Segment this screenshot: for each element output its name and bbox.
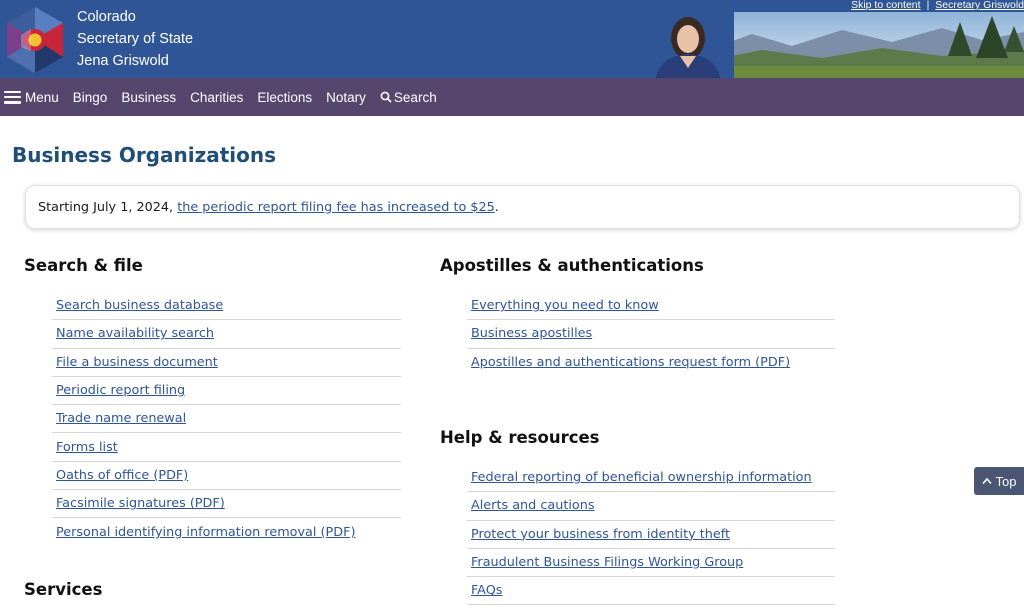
link-search-business-database[interactable]: Search business database: [56, 298, 223, 313]
nav-search[interactable]: Search: [380, 90, 437, 105]
link-beneficial-ownership[interactable]: Federal reporting of beneficial ownershi…: [471, 470, 812, 485]
list-item: Oaths of office (PDF): [52, 462, 401, 491]
section-title-apostilles: Apostilles & authentications: [440, 256, 704, 275]
list-item: Forms list: [52, 433, 401, 462]
search-file-links: Search business database Name availabili…: [52, 292, 401, 547]
link-periodic-report-filing[interactable]: Periodic report filing: [56, 383, 185, 398]
link-identity-theft[interactable]: Protect your business from identity thef…: [471, 527, 730, 542]
site-header: Colorado Secretary of State Jena Griswol…: [0, 0, 1024, 78]
section-title-services: Services: [24, 580, 103, 599]
portrait-landscape-banner: [642, 12, 1024, 78]
back-to-top-button[interactable]: Top: [974, 467, 1024, 495]
nav-item-bingo[interactable]: Bingo: [73, 90, 108, 105]
section-search-file: Search & file: [24, 256, 143, 275]
colorado-hexagon-logo[interactable]: [3, 5, 67, 75]
help-links: Federal reporting of beneficial ownershi…: [467, 464, 835, 606]
utility-separator: |: [926, 0, 930, 11]
list-item: Name availability search: [52, 320, 401, 349]
list-item: Everything you need to know: [467, 292, 835, 321]
nav-search-label: Search: [393, 89, 437, 105]
nav-menu[interactable]: Menu: [4, 90, 59, 105]
notice-link[interactable]: the periodic report filing fee has incre…: [177, 200, 495, 215]
list-item: Search business database: [52, 292, 401, 321]
link-faqs[interactable]: FAQs: [471, 583, 502, 598]
link-alerts-cautions[interactable]: Alerts and cautions: [471, 498, 595, 513]
agency-line-secretary: Jena Griswold: [77, 53, 169, 69]
link-trade-name-renewal[interactable]: Trade name renewal: [56, 411, 186, 426]
link-business-apostilles[interactable]: Business apostilles: [471, 326, 592, 341]
list-item: File a business document: [52, 349, 401, 377]
link-facsimile-signatures[interactable]: Facsimile signatures (PDF): [56, 496, 225, 511]
agency-name[interactable]: Colorado Secretary of State Jena Griswol…: [77, 6, 193, 72]
skip-to-content-link[interactable]: Skip to content: [851, 0, 920, 11]
list-item: Personal identifying information removal…: [52, 518, 401, 546]
hamburger-icon: [4, 90, 21, 104]
link-oaths-of-office[interactable]: Oaths of office (PDF): [56, 468, 188, 483]
section-title-search-file: Search & file: [24, 256, 143, 275]
list-item: Apostilles and authentications request f…: [467, 349, 835, 377]
link-fraudulent-filings[interactable]: Fraudulent Business Filings Working Grou…: [471, 555, 743, 570]
list-item: Trade name renewal: [52, 405, 401, 434]
nav-item-business[interactable]: Business: [121, 90, 176, 105]
utility-links: Skip to content | Secretary Griswold: [843, 0, 1024, 12]
agency-line-state: Colorado: [77, 9, 136, 25]
nav-item-notary[interactable]: Notary: [326, 90, 366, 105]
nav-item-elections[interactable]: Elections: [257, 90, 312, 105]
link-everything-you-need[interactable]: Everything you need to know: [471, 298, 659, 313]
fee-notice: Starting July 1, 2024, the periodic repo…: [25, 185, 1020, 229]
section-apostilles: Apostilles & authentications: [440, 256, 704, 275]
back-to-top-label: Top: [995, 473, 1017, 489]
notice-prefix: Starting July 1, 2024,: [38, 199, 174, 215]
chevron-up-icon: [981, 477, 992, 485]
list-item: Facsimile signatures (PDF): [52, 490, 401, 519]
notice-suffix: .: [494, 199, 499, 215]
nav-item-charities[interactable]: Charities: [190, 90, 243, 105]
list-item: Periodic report filing: [52, 377, 401, 406]
list-item: Federal reporting of beneficial ownershi…: [467, 464, 835, 493]
link-apostille-request-form[interactable]: Apostilles and authentications request f…: [471, 355, 790, 370]
nav-menu-label: Menu: [25, 89, 59, 105]
link-pii-removal[interactable]: Personal identifying information removal…: [56, 525, 355, 540]
section-title-help: Help & resources: [440, 428, 600, 447]
link-forms-list[interactable]: Forms list: [56, 440, 118, 455]
page-title: Business Organizations: [12, 143, 277, 167]
list-item: Business apostilles: [467, 320, 835, 349]
link-name-availability-search[interactable]: Name availability search: [56, 326, 214, 341]
search-icon: [380, 91, 392, 103]
list-item: Fraudulent Business Filings Working Grou…: [467, 549, 835, 578]
secretary-link[interactable]: Secretary Griswold: [935, 0, 1024, 11]
agency-line-office: Secretary of State: [77, 31, 194, 47]
section-help: Help & resources: [440, 428, 600, 447]
apostilles-links: Everything you need to know Business apo…: [467, 292, 835, 377]
list-item: Alerts and cautions: [467, 492, 835, 521]
link-file-business-document[interactable]: File a business document: [56, 355, 218, 370]
section-services: Services: [24, 580, 102, 599]
list-item: FAQs: [467, 577, 835, 606]
list-item: Protect your business from identity thef…: [467, 521, 835, 549]
main-nav: Menu Bingo Business Charities Elections …: [0, 78, 1024, 116]
